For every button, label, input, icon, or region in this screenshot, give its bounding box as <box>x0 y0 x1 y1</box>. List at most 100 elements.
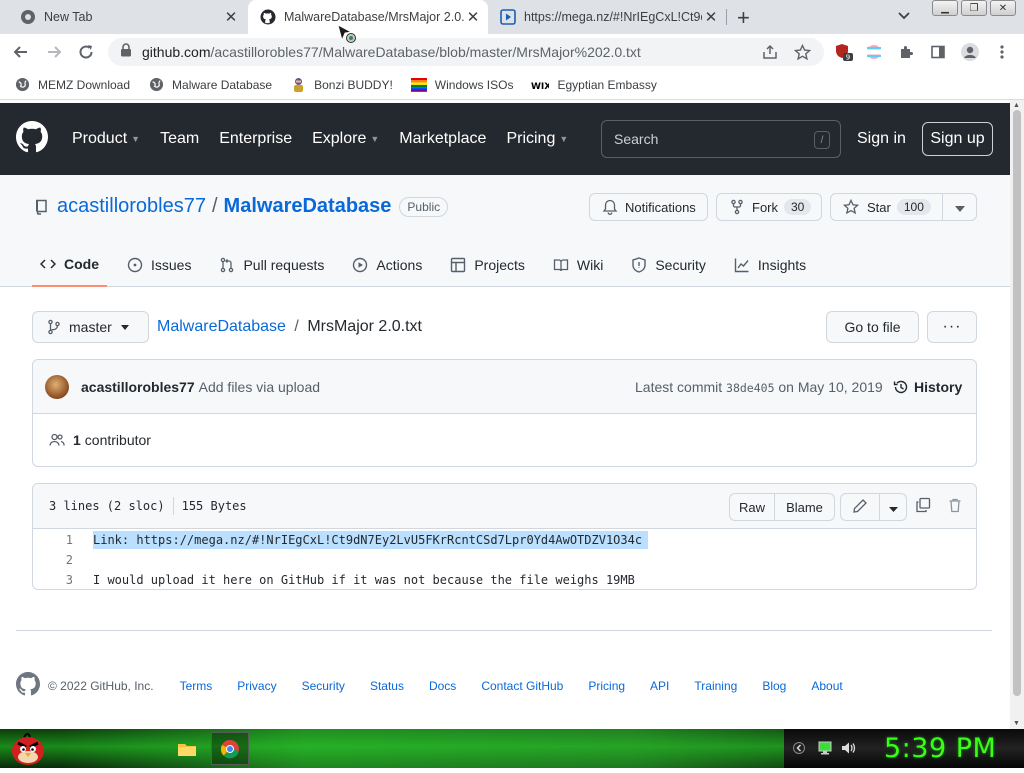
tab-issues[interactable]: Issues <box>119 243 199 287</box>
nav-explore[interactable]: Explore ▼ <box>312 130 379 148</box>
extensions-puzzle-icon[interactable] <box>894 40 918 64</box>
side-panel-icon[interactable] <box>926 40 950 64</box>
lock-icon[interactable] <box>120 42 132 62</box>
close-tab-icon[interactable]: ✕ <box>222 8 240 26</box>
tab-wiki[interactable]: Wiki <box>545 243 611 287</box>
footer-link-about[interactable]: About <box>811 679 842 693</box>
forward-arrow-icon[interactable] <box>42 40 66 64</box>
bookmark-memz[interactable]: MEMZ Download <box>14 77 130 93</box>
github-logo-icon[interactable] <box>16 121 48 158</box>
star-list-dropdown[interactable] <box>942 193 977 221</box>
blame-button[interactable]: Blame <box>775 493 835 521</box>
trans-flag-extension-icon[interactable] <box>862 40 886 64</box>
nav-marketplace[interactable]: Marketplace <box>399 130 486 148</box>
tab-security[interactable]: Security <box>623 243 714 287</box>
tab-search-chevron-icon[interactable] <box>897 8 911 27</box>
breadcrumb-repo-link[interactable]: MalwareDatabase <box>157 318 286 335</box>
browser-tab-mega[interactable]: https://mega.nz/#!NrIEgCxL!Ct9d ✕ <box>488 0 726 34</box>
bookmark-windows-isos[interactable]: Windows ISOs <box>410 77 513 93</box>
page-scrollbar[interactable]: ▲ ▼ <box>1010 100 1024 729</box>
close-tab-icon[interactable]: ✕ <box>464 8 482 26</box>
edit-pencil-button[interactable] <box>840 493 880 521</box>
nav-pricing[interactable]: Pricing ▼ <box>506 130 568 148</box>
footer-link-contact[interactable]: Contact GitHub <box>481 679 563 693</box>
footer-link-api[interactable]: API <box>650 679 669 693</box>
footer-link-docs[interactable]: Docs <box>429 679 456 693</box>
network-icon[interactable] <box>817 741 833 758</box>
contributors-row[interactable]: 1 contributor <box>33 414 976 466</box>
footer-link-blog[interactable]: Blog <box>762 679 786 693</box>
avatar[interactable] <box>45 374 69 399</box>
footer-link-status[interactable]: Status <box>370 679 404 693</box>
address-bar[interactable]: github.com/acastillorobles77/MalwareData… <box>108 38 824 66</box>
line-content[interactable]: I would upload it here on GitHub if it w… <box>93 573 635 587</box>
bookmark-star-icon[interactable] <box>790 40 814 64</box>
go-to-file-button[interactable]: Go to file <box>826 311 919 343</box>
code-body: 1 Link: https://mega.nz/#!NrIEgCxL!Ct9dN… <box>33 529 976 590</box>
footer-link-pricing[interactable]: Pricing <box>588 679 625 693</box>
extension-shield-icon[interactable]: 9 <box>832 40 856 64</box>
close-window-icon[interactable]: ✕ <box>990 0 1016 16</box>
show-hidden-icons-icon[interactable] <box>793 741 805 758</box>
copy-raw-contents-icon[interactable] <box>915 497 931 516</box>
volume-icon[interactable] <box>841 741 857 758</box>
scrollbar-thumb[interactable] <box>1013 110 1021 696</box>
trash-icon[interactable] <box>947 497 963 516</box>
github-search-input[interactable]: Search / <box>601 120 841 158</box>
repo-name-link[interactable]: MalwareDatabase <box>224 195 392 218</box>
footer-link-terms[interactable]: Terms <box>180 679 213 693</box>
repo-owner-link[interactable]: acastillorobles77 <box>57 195 206 218</box>
line-content-selected[interactable]: Link: https://mega.nz/#!NrIEgCxL!Ct9dN7E… <box>93 531 649 549</box>
history-link[interactable]: History <box>893 379 962 395</box>
chrome-menu-icon[interactable] <box>990 40 1014 64</box>
new-tab-plus-icon[interactable]: + <box>737 5 750 31</box>
minimize-icon[interactable]: ▁ <box>932 0 958 16</box>
nav-team[interactable]: Team <box>160 130 199 148</box>
footer-link-security[interactable]: Security <box>302 679 345 693</box>
bookmark-egyptian-embassy[interactable]: WIX Egyptian Embassy <box>531 77 656 93</box>
github-footer-logo-icon[interactable] <box>16 672 40 699</box>
footer-link-privacy[interactable]: Privacy <box>237 679 276 693</box>
share-icon[interactable] <box>758 40 782 64</box>
start-button-angry-bird-icon[interactable] <box>6 729 50 768</box>
commit-sha-link[interactable]: 38de405 <box>726 381 774 395</box>
tab-insights[interactable]: Insights <box>726 243 814 287</box>
file-explorer-icon[interactable] <box>168 732 206 765</box>
raw-button[interactable]: Raw <box>729 493 775 521</box>
profile-avatar-icon[interactable] <box>958 40 982 64</box>
bookmark-bonzi-buddy[interactable]: Bonzi BUDDY! <box>290 77 393 93</box>
line-number[interactable]: 3 <box>33 573 75 587</box>
edit-dropdown-button[interactable] <box>880 493 907 521</box>
star-button[interactable]: Star 100 <box>830 193 943 221</box>
commit-author-link[interactable]: acastillorobles77 <box>81 379 195 395</box>
browser-tab-active[interactable]: MalwareDatabase/MrsMajor 2.0.t ✕ <box>248 0 488 34</box>
browser-tab-new-tab[interactable]: New Tab ✕ <box>8 0 246 34</box>
sign-up-button[interactable]: Sign up <box>922 122 993 156</box>
tab-title: MalwareDatabase/MrsMajor 2.0.t <box>284 10 464 24</box>
bookmark-malware-database[interactable]: Malware Database <box>148 77 272 93</box>
tab-projects[interactable]: Projects <box>442 243 533 287</box>
tab-code[interactable]: Code <box>32 243 107 287</box>
sign-in-link[interactable]: Sign in <box>857 130 906 148</box>
footer-link-training[interactable]: Training <box>694 679 737 693</box>
nav-enterprise[interactable]: Enterprise <box>219 130 292 148</box>
line-number[interactable]: 1 <box>33 533 75 547</box>
branch-selector[interactable]: master <box>32 311 149 343</box>
taskbar-clock[interactable]: 5:39 PM <box>884 733 996 764</box>
contributors-count: 1 <box>73 432 81 448</box>
fork-button[interactable]: Fork 30 <box>716 193 822 221</box>
scroll-up-arrow-icon[interactable]: ▲ <box>1013 102 1020 109</box>
close-tab-icon[interactable]: ✕ <box>702 8 720 26</box>
maximize-icon[interactable]: ❐ <box>961 0 987 16</box>
tab-actions[interactable]: Actions <box>344 243 430 287</box>
chrome-icon[interactable] <box>211 732 249 765</box>
tab-pull-requests[interactable]: Pull requests <box>211 243 332 287</box>
back-arrow-icon[interactable] <box>9 40 33 64</box>
commit-message[interactable]: Add files via upload <box>199 379 320 395</box>
more-options-button[interactable]: ··· <box>927 311 977 343</box>
nav-product[interactable]: Product ▼ <box>72 130 140 148</box>
line-number[interactable]: 2 <box>33 553 75 567</box>
notifications-button[interactable]: Notifications <box>589 193 708 221</box>
scroll-down-arrow-icon[interactable]: ▼ <box>1013 720 1020 727</box>
reload-icon[interactable] <box>74 40 98 64</box>
